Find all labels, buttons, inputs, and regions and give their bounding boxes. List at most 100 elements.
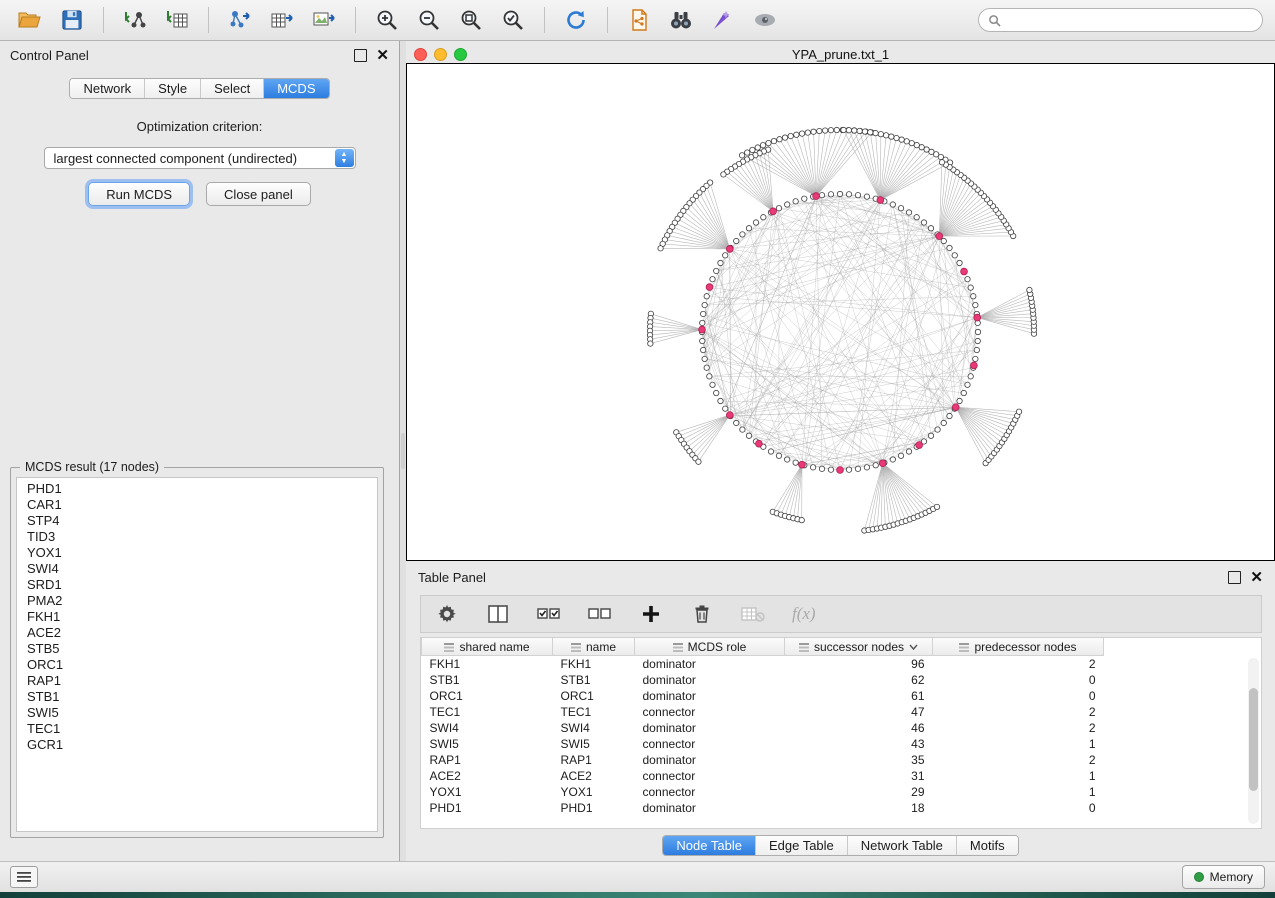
mcds-result-item[interactable]: PMA2 (17, 593, 377, 609)
table-row[interactable]: RAP1RAP1dominator352 (422, 752, 1104, 768)
table-cell: connector (635, 704, 785, 720)
zoom-fit-button[interactable] (453, 5, 489, 35)
table-toolbar: f(x) (420, 595, 1262, 633)
table-row[interactable]: STB1STB1dominator620 (422, 672, 1104, 688)
mcds-result-item[interactable]: CAR1 (17, 497, 377, 513)
mcds-result-item[interactable]: TID3 (17, 529, 377, 545)
mcds-result-list[interactable]: PHD1CAR1STP4TID3YOX1SWI4SRD1PMA2FKH1ACE2… (16, 477, 378, 832)
table-row[interactable]: TEC1TEC1connector472 (422, 704, 1104, 720)
table-cell: connector (635, 784, 785, 800)
zoom-selected-button[interactable] (495, 5, 531, 35)
column-header-successor-nodes[interactable]: successor nodes (785, 638, 933, 656)
hamburger-icon (17, 872, 31, 882)
style-wizard-button[interactable] (705, 5, 741, 35)
mcds-result-item[interactable]: RAP1 (17, 673, 377, 689)
show-columns-button[interactable] (486, 602, 510, 626)
close-panel-button[interactable]: Close panel (206, 182, 311, 206)
table-cell: STB1 (553, 672, 635, 688)
float-table-panel-icon[interactable] (1228, 571, 1241, 584)
apply-layout-button[interactable] (558, 5, 594, 35)
table-cell: ACE2 (553, 768, 635, 784)
import-network-button[interactable] (117, 5, 153, 35)
mcds-result-item[interactable]: ACE2 (17, 625, 377, 641)
mcds-result-item[interactable]: STB1 (17, 689, 377, 705)
scrollbar-thumb[interactable] (1249, 688, 1258, 791)
mcds-result-item[interactable]: TEC1 (17, 721, 377, 737)
column-header-shared-name[interactable]: shared name (422, 638, 553, 656)
mcds-result-groupbox: MCDS result (17 nodes) PHD1CAR1STP4TID3Y… (10, 467, 384, 838)
table-cell: 29 (785, 784, 933, 800)
mcds-result-item[interactable]: STB5 (17, 641, 377, 657)
table-row[interactable]: SWI4SWI4dominator462 (422, 720, 1104, 736)
search-input[interactable] (1007, 12, 1253, 28)
table-cell: 35 (785, 752, 933, 768)
mcds-result-item[interactable]: ORC1 (17, 657, 377, 673)
eye-icon (752, 11, 778, 29)
table-panel: Table Panel ✕ f(x) shared name name MCDS… (406, 565, 1275, 861)
column-type-icon (571, 642, 581, 652)
column-header-mcds-role[interactable]: MCDS role (635, 638, 785, 656)
mcds-result-item[interactable]: YOX1 (17, 545, 377, 561)
export-network-button[interactable] (222, 5, 258, 35)
optimization-criterion-select[interactable]: largest connected component (undirected)… (44, 147, 356, 169)
delete-column-button[interactable] (690, 602, 714, 626)
table-cell: 2 (933, 656, 1104, 673)
mcds-result-item[interactable]: SWI4 (17, 561, 377, 577)
network-canvas[interactable] (406, 63, 1275, 561)
table-cell: ORC1 (422, 688, 553, 704)
run-mcds-button[interactable]: Run MCDS (88, 182, 190, 206)
status-menu-button[interactable] (10, 866, 38, 888)
mcds-result-item[interactable]: SWI5 (17, 705, 377, 721)
table-row[interactable]: ORC1ORC1dominator610 (422, 688, 1104, 704)
close-table-panel-icon[interactable]: ✕ (1250, 572, 1263, 583)
table-cell: RAP1 (422, 752, 553, 768)
table-row[interactable]: FKH1FKH1dominator962 (422, 656, 1104, 673)
table-cell: SWI5 (553, 736, 635, 752)
export-image-button[interactable] (306, 5, 342, 35)
column-type-icon (959, 642, 969, 652)
toolbar-separator (208, 7, 209, 33)
table-settings-button[interactable] (435, 602, 459, 626)
mcds-result-item[interactable]: PHD1 (17, 481, 377, 497)
open-session-button[interactable] (12, 5, 48, 35)
add-column-button[interactable] (639, 602, 663, 626)
tab-motifs[interactable]: Motifs (957, 836, 1018, 855)
memory-status-icon (1194, 872, 1204, 882)
network-window-titlebar[interactable]: YPA_prune.txt_1 (406, 45, 1275, 63)
duplicate-network-button[interactable] (621, 5, 657, 35)
memory-button[interactable]: Memory (1182, 865, 1265, 889)
search-icon (988, 14, 1001, 27)
select-all-button[interactable] (537, 602, 561, 626)
tab-node-table[interactable]: Node Table (663, 836, 756, 855)
save-session-button[interactable] (54, 5, 90, 35)
zoom-out-button[interactable] (411, 5, 447, 35)
status-bar: Memory (0, 861, 1275, 892)
deselect-all-button[interactable] (588, 602, 612, 626)
table-vertical-scrollbar[interactable] (1248, 658, 1259, 824)
mcds-result-item[interactable]: FKH1 (17, 609, 377, 625)
toggle-graphics-details-button[interactable] (747, 5, 783, 35)
mcds-result-item[interactable]: STP4 (17, 513, 377, 529)
column-header-predecessor-nodes[interactable]: predecessor nodes (933, 638, 1104, 656)
import-table-icon (165, 8, 189, 32)
zoom-in-button[interactable] (369, 5, 405, 35)
table-cell: 2 (933, 704, 1104, 720)
mcds-result-item[interactable]: GCR1 (17, 737, 377, 753)
find-button[interactable] (663, 5, 699, 35)
table-row[interactable]: ACE2ACE2connector311 (422, 768, 1104, 784)
tab-edge-table[interactable]: Edge Table (756, 836, 848, 855)
table-row[interactable]: SWI5SWI5connector431 (422, 736, 1104, 752)
table-row[interactable]: PHD1PHD1dominator180 (422, 800, 1104, 816)
table-cell: 47 (785, 704, 933, 720)
float-panel-icon[interactable] (354, 49, 367, 62)
mcds-result-item[interactable]: SRD1 (17, 577, 377, 593)
import-table-button[interactable] (159, 5, 195, 35)
column-header-name[interactable]: name (553, 638, 635, 656)
zoom-out-icon (417, 8, 441, 32)
export-table-button[interactable] (264, 5, 300, 35)
tab-network-table[interactable]: Network Table (848, 836, 957, 855)
gear-icon (437, 604, 457, 624)
close-panel-icon[interactable]: ✕ (376, 50, 389, 61)
table-cell: 2 (933, 752, 1104, 768)
table-row[interactable]: YOX1YOX1connector291 (422, 784, 1104, 800)
